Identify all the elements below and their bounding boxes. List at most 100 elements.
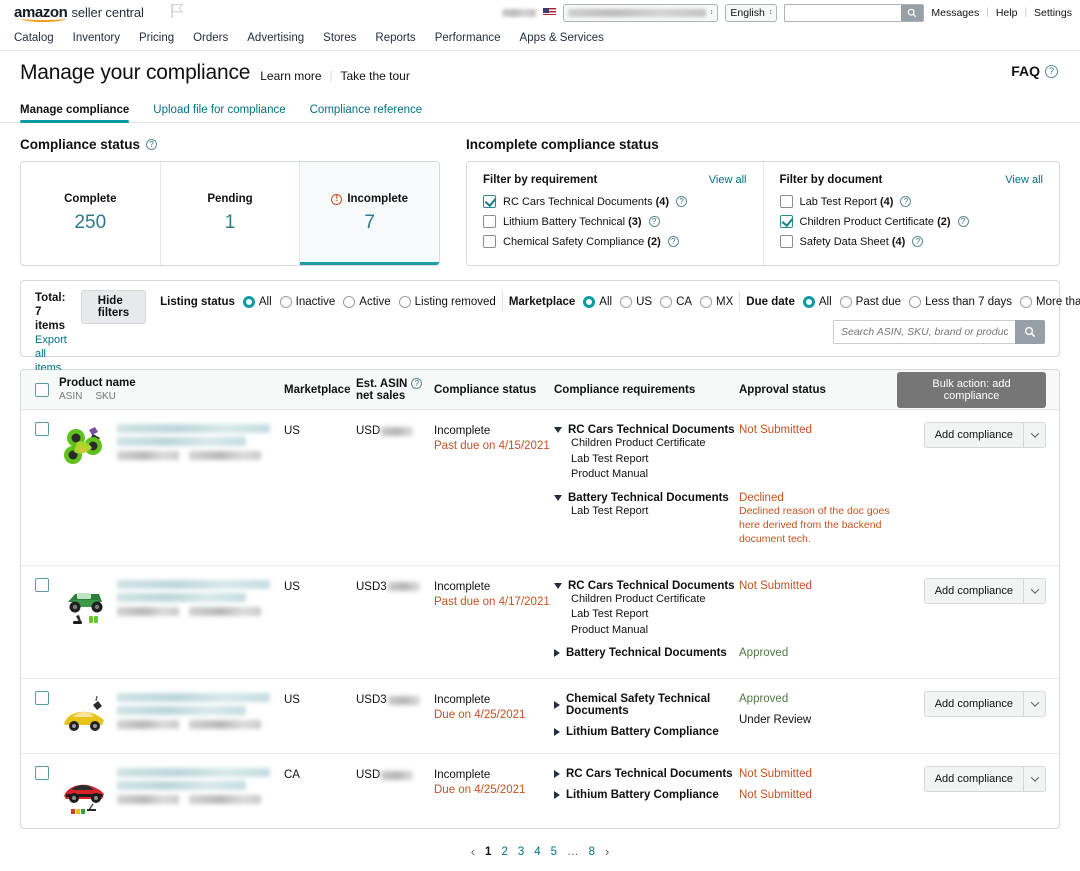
help-circle-icon[interactable]: ? bbox=[667, 236, 679, 247]
tab-upload-file-for-compliance[interactable]: Upload file for compliance bbox=[153, 104, 285, 122]
table-search[interactable] bbox=[833, 320, 1045, 344]
filter-checkbox-row[interactable]: Lithium Battery Technical (3)? bbox=[483, 215, 747, 228]
search-input[interactable] bbox=[833, 320, 1015, 344]
radio-option[interactable]: Active bbox=[343, 296, 391, 308]
radio-option[interactable]: All bbox=[802, 296, 832, 308]
row-checkbox[interactable] bbox=[35, 422, 49, 436]
pagination-page-last[interactable]: 8 bbox=[589, 846, 595, 858]
caret-right-icon[interactable] bbox=[554, 728, 560, 736]
learn-more-link[interactable]: Learn more bbox=[260, 69, 321, 83]
chevron-down-icon[interactable] bbox=[1023, 692, 1045, 716]
product-name-redacted[interactable] bbox=[117, 422, 283, 474]
caret-right-icon[interactable] bbox=[554, 770, 560, 778]
filter-checkbox[interactable] bbox=[483, 195, 496, 208]
requirement-toggle[interactable]: Chemical Safety Technical Documents bbox=[554, 693, 739, 717]
radio-button[interactable] bbox=[343, 296, 356, 308]
requirement-toggle[interactable]: Lithium Battery Compliance bbox=[554, 789, 739, 801]
status-card-pending[interactable]: Pending 1 bbox=[161, 162, 301, 265]
filter-checkbox-row[interactable]: Lab Test Report (4)? bbox=[779, 195, 1044, 208]
add-compliance-button[interactable]: Add compliance bbox=[923, 766, 1046, 792]
row-checkbox[interactable] bbox=[35, 577, 49, 592]
radio-option[interactable]: CA bbox=[660, 296, 692, 308]
radio-option[interactable]: Less than 7 days bbox=[909, 296, 1012, 308]
settings-link[interactable]: Settings bbox=[1034, 7, 1072, 19]
nav-item-advertising[interactable]: Advertising bbox=[247, 32, 304, 44]
filter-checkbox[interactable] bbox=[779, 215, 793, 228]
help-circle-icon[interactable]: ? bbox=[648, 216, 660, 227]
filter-checkbox[interactable] bbox=[779, 195, 793, 208]
product-name-redacted[interactable] bbox=[117, 766, 283, 818]
requirement-toggle[interactable]: RC Cars Technical Documents bbox=[554, 580, 739, 592]
search-submit-button[interactable] bbox=[1015, 320, 1045, 344]
radio-option[interactable]: All bbox=[242, 296, 272, 308]
nav-item-apps-services[interactable]: Apps & Services bbox=[520, 32, 604, 44]
help-link[interactable]: Help bbox=[996, 7, 1018, 19]
tab-manage-compliance[interactable]: Manage compliance bbox=[20, 104, 130, 123]
radio-option[interactable]: MX bbox=[700, 296, 733, 308]
filter-checkbox[interactable] bbox=[779, 235, 793, 248]
filter-checkbox-row[interactable]: Children Product Certificate (2)? bbox=[779, 215, 1044, 228]
nav-item-reports[interactable]: Reports bbox=[375, 32, 415, 44]
requirement-toggle[interactable]: RC Cars Technical Documents bbox=[554, 768, 739, 780]
help-circle-icon[interactable]: ? bbox=[957, 216, 969, 227]
chevron-down-icon[interactable] bbox=[1023, 767, 1045, 791]
faq-link[interactable]: FAQ ? bbox=[1011, 63, 1058, 79]
caret-down-icon[interactable] bbox=[554, 494, 562, 501]
nav-item-performance[interactable]: Performance bbox=[435, 32, 501, 44]
filter-checkbox[interactable] bbox=[483, 215, 496, 228]
requirement-toggle[interactable]: Battery Technical Documents bbox=[554, 492, 739, 504]
pagination-page-3[interactable]: 3 bbox=[518, 846, 524, 858]
yellow-rc-sports-car-thumb[interactable] bbox=[59, 691, 111, 743]
pagination-prev-button[interactable]: ‹ bbox=[471, 844, 475, 859]
tab-compliance-reference[interactable]: Compliance reference bbox=[310, 104, 423, 122]
nav-item-pricing[interactable]: Pricing bbox=[139, 32, 174, 44]
view-all-link[interactable]: View all bbox=[709, 174, 747, 186]
row-checkbox[interactable] bbox=[35, 691, 49, 705]
status-card-complete[interactable]: Complete 250 bbox=[21, 162, 161, 265]
radio-button[interactable] bbox=[700, 296, 713, 308]
select-all-checkbox[interactable] bbox=[35, 382, 49, 397]
requirement-toggle[interactable]: Battery Technical Documents bbox=[554, 647, 739, 659]
radio-option[interactable]: Inactive bbox=[279, 296, 335, 308]
radio-button[interactable] bbox=[660, 296, 673, 308]
caret-down-icon[interactable] bbox=[554, 582, 562, 589]
add-compliance-button[interactable]: Add compliance bbox=[923, 577, 1046, 604]
nav-item-orders[interactable]: Orders bbox=[193, 32, 228, 44]
radio-option[interactable]: All bbox=[583, 296, 612, 308]
radio-button[interactable] bbox=[279, 296, 292, 308]
view-all-link[interactable]: View all bbox=[1005, 174, 1043, 186]
add-compliance-button[interactable]: Add compliance bbox=[923, 691, 1046, 717]
help-circle-icon[interactable]: ? bbox=[912, 236, 924, 247]
requirement-toggle[interactable]: RC Cars Technical Documents bbox=[554, 424, 739, 436]
radio-option[interactable]: Past due bbox=[839, 296, 901, 308]
nav-item-stores[interactable]: Stores bbox=[323, 32, 356, 44]
radio-button[interactable] bbox=[909, 296, 922, 308]
help-circle-icon[interactable]: ? bbox=[900, 196, 912, 207]
nav-item-inventory[interactable]: Inventory bbox=[73, 32, 120, 44]
green-rc-truck-thumb[interactable] bbox=[59, 578, 111, 630]
hide-filters-button[interactable]: Hide filters bbox=[80, 290, 147, 324]
caret-right-icon[interactable] bbox=[554, 791, 560, 799]
radio-option[interactable]: Listing removed bbox=[398, 296, 496, 308]
status-card-incomplete[interactable]: ! Incomplete 7 bbox=[300, 162, 439, 265]
radio-option[interactable]: US bbox=[620, 296, 652, 308]
filter-checkbox-row[interactable]: Safety Data Sheet (4)? bbox=[779, 235, 1044, 248]
store-selector[interactable]: ↕ bbox=[562, 3, 719, 22]
language-selector[interactable]: English ↕ bbox=[725, 3, 778, 22]
radio-button[interactable] bbox=[1020, 296, 1033, 308]
help-circle-icon[interactable]: ? bbox=[676, 196, 688, 207]
radio-button[interactable] bbox=[620, 296, 633, 308]
pagination-page-4[interactable]: 4 bbox=[534, 846, 540, 858]
export-all-items-link[interactable]: Export all items bbox=[35, 333, 67, 375]
caret-right-icon[interactable] bbox=[554, 701, 560, 709]
caret-right-icon[interactable] bbox=[554, 649, 560, 657]
filter-checkbox[interactable] bbox=[483, 235, 496, 248]
product-name-redacted[interactable] bbox=[117, 578, 283, 630]
filter-checkbox-row[interactable]: Chemical Safety Compliance (2)? bbox=[483, 235, 747, 248]
chevron-down-icon[interactable] bbox=[1023, 578, 1045, 603]
product-name-redacted[interactable] bbox=[117, 691, 283, 743]
pagination-page-5[interactable]: 5 bbox=[551, 846, 557, 858]
radio-button[interactable] bbox=[398, 296, 411, 308]
pagination-next-button[interactable]: › bbox=[605, 844, 609, 859]
search-icon[interactable] bbox=[901, 4, 924, 21]
